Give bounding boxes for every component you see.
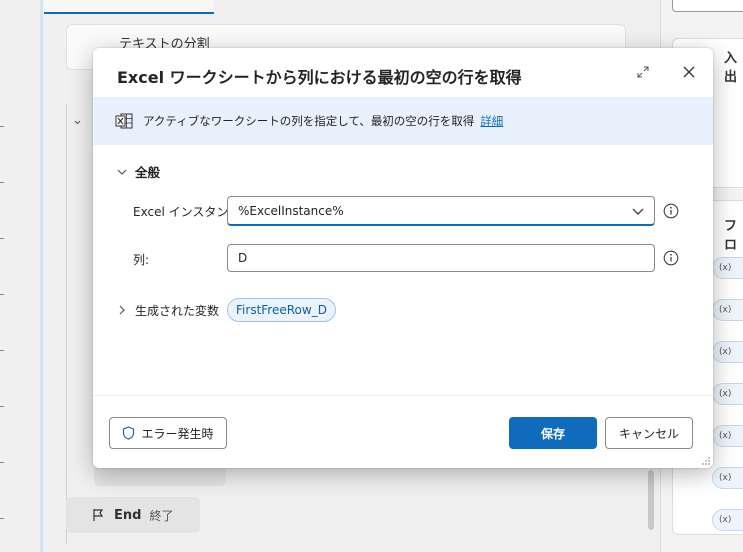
info-icon[interactable] xyxy=(663,203,679,219)
chevron-down-icon xyxy=(117,169,127,175)
excel-instance-value: %ExcelInstance% xyxy=(238,204,344,218)
close-icon[interactable] xyxy=(678,62,700,84)
variable-chip[interactable]: (x) xyxy=(712,383,743,405)
variable-chip[interactable]: (x) xyxy=(712,509,743,531)
cancel-button[interactable]: キャンセル xyxy=(605,417,693,449)
variable-chip[interactable]: (x) xyxy=(712,299,743,321)
on-error-button[interactable]: エラー発生時 xyxy=(109,417,227,449)
inputs-panel-title: 入出 xyxy=(724,51,738,85)
resize-grip-icon[interactable] xyxy=(699,454,711,466)
excel-icon xyxy=(115,113,133,129)
end-block[interactable]: End 終了 xyxy=(66,497,200,533)
generated-variables-row: 生成された変数 FirstFreeRow_D xyxy=(117,298,336,322)
variable-chip[interactable]: (x) xyxy=(712,341,743,363)
description-banner: アクティブなワークシートの列を指定して、最初の空の行を取得 詳細 xyxy=(93,97,713,145)
shield-icon xyxy=(123,426,135,440)
save-button[interactable]: 保存 xyxy=(509,417,597,449)
generated-variables-label: 生成された変数 xyxy=(135,303,220,318)
end-label: End xyxy=(114,507,142,523)
canvas-ruler xyxy=(0,0,12,552)
action-dialog: Excel ワークシートから列における最初の空の行を取得 アクティブなワークシー… xyxy=(93,48,713,468)
flag-icon xyxy=(93,509,104,521)
variable-chip[interactable]: (x) xyxy=(712,425,743,447)
canvas-scrollbar[interactable] xyxy=(648,470,654,530)
info-icon[interactable] xyxy=(663,250,679,266)
generated-variable-chip[interactable]: FirstFreeRow_D xyxy=(227,298,336,322)
description-text: アクティブなワークシートの列を指定して、最初の空の行を取得 xyxy=(143,114,475,128)
column-input[interactable]: D xyxy=(227,244,655,272)
details-link[interactable]: 詳細 xyxy=(480,113,503,129)
variable-chip[interactable]: (x) xyxy=(712,467,743,489)
flow-variables-title: フロ xyxy=(724,219,738,253)
chevron-right-icon[interactable] xyxy=(117,305,127,315)
right-top-button[interactable] xyxy=(672,0,743,12)
end-sublabel: 終了 xyxy=(149,508,174,523)
variable-chip[interactable]: (x) xyxy=(712,257,743,279)
general-section-toggle[interactable]: 全般 xyxy=(117,162,160,181)
expand-icon[interactable] xyxy=(633,64,653,84)
excel-instance-combobox[interactable]: %ExcelInstance% xyxy=(227,196,655,226)
general-section-label: 全般 xyxy=(135,165,161,180)
column-label: 列: xyxy=(133,253,150,267)
selection-guide xyxy=(40,0,43,552)
on-error-label: エラー発生時 xyxy=(141,426,214,441)
chevron-down-icon[interactable] xyxy=(630,203,646,219)
chevron-down-icon[interactable]: ⌄ xyxy=(72,113,83,128)
dialog-title: Excel ワークシートから列における最初の空の行を取得 xyxy=(117,68,522,87)
footer-divider xyxy=(93,395,713,396)
canvas-tab[interactable] xyxy=(44,0,214,14)
